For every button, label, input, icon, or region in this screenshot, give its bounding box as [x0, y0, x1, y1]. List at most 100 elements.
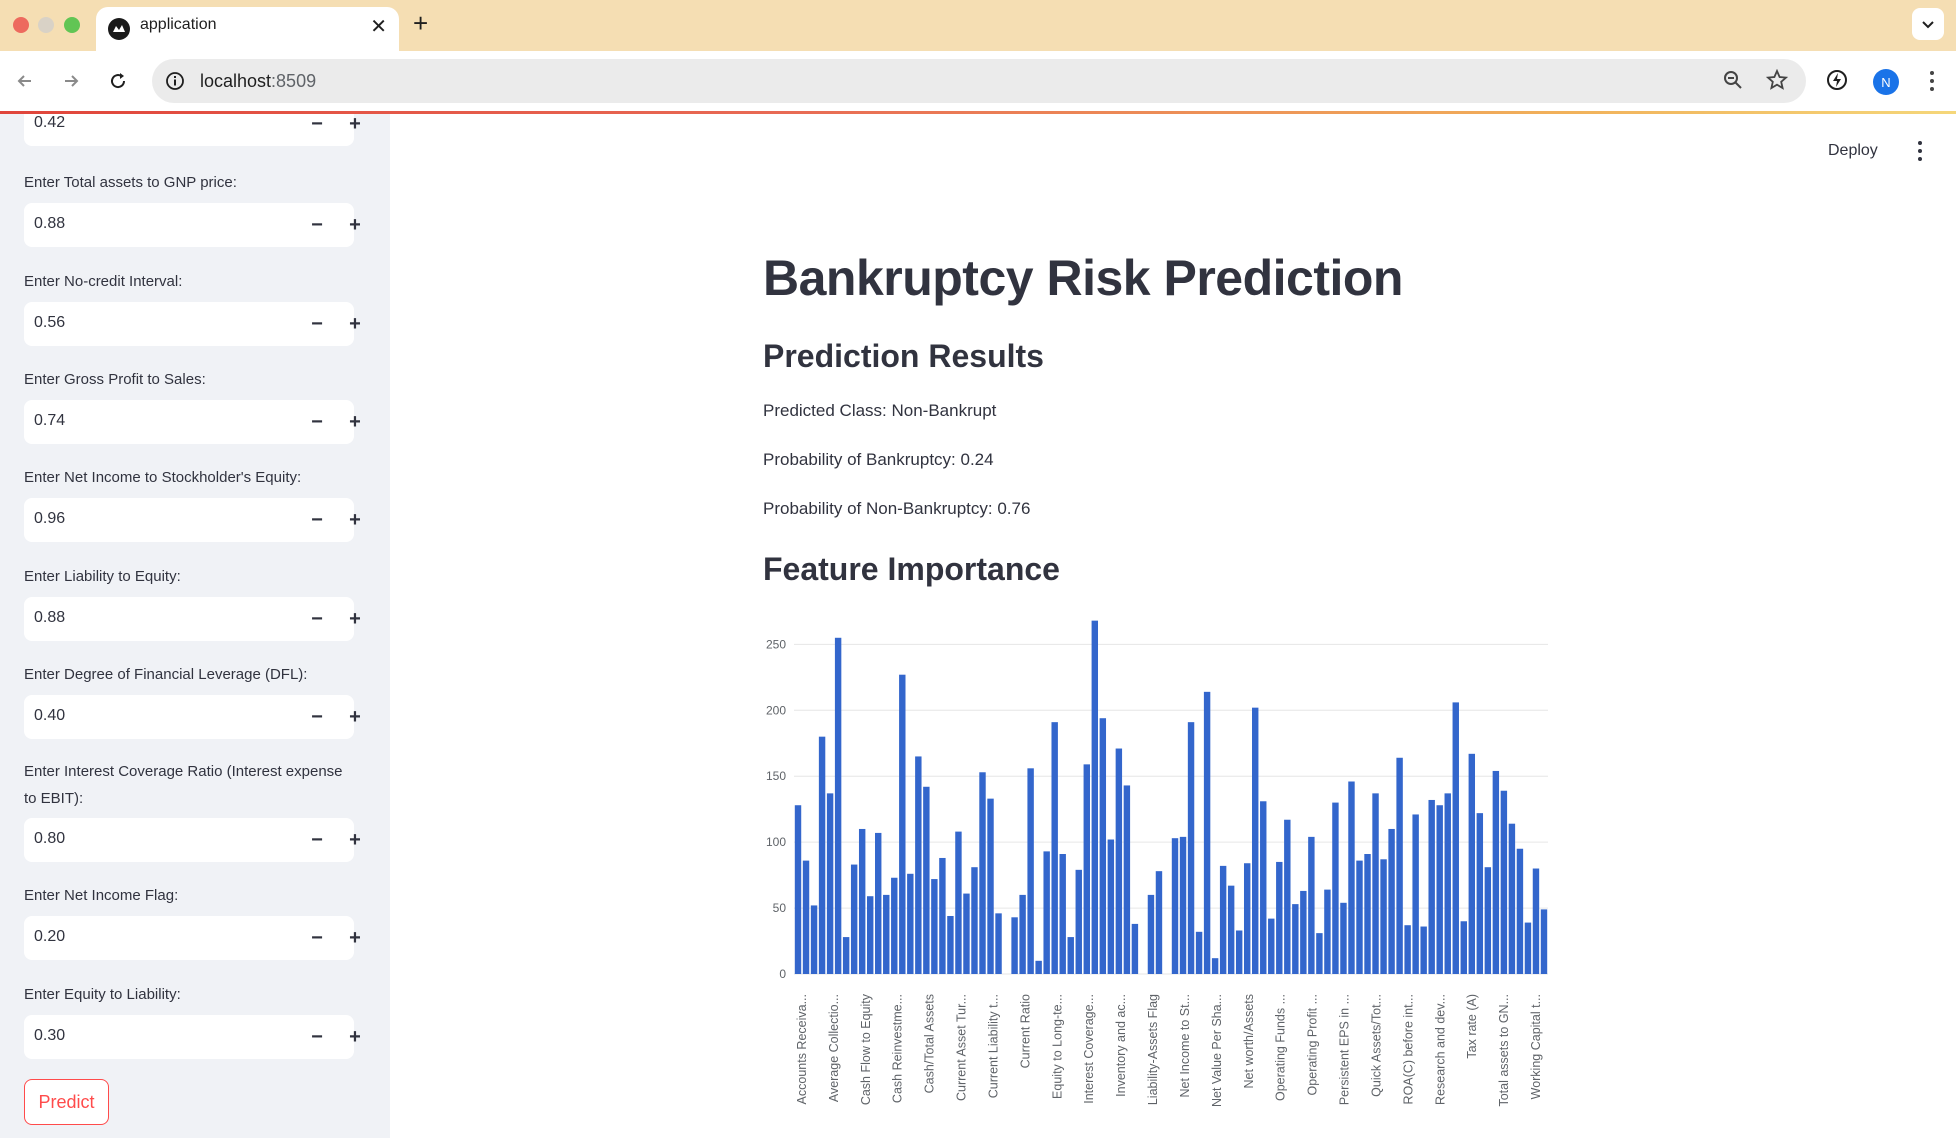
bar[interactable]	[923, 786, 930, 974]
bar[interactable]	[818, 736, 826, 974]
reload-button[interactable]	[103, 66, 133, 96]
increment-button[interactable]: +	[340, 309, 370, 339]
bar[interactable]	[858, 828, 866, 974]
bar[interactable]	[947, 915, 954, 974]
bar[interactable]	[1027, 768, 1034, 974]
bar[interactable]	[1380, 859, 1387, 974]
bar[interactable]	[875, 832, 882, 974]
decrement-button[interactable]: −	[302, 702, 332, 732]
bar[interactable]	[1284, 819, 1291, 974]
bar[interactable]	[1500, 790, 1508, 974]
bar[interactable]	[1348, 781, 1355, 975]
bar[interactable]	[1268, 918, 1275, 974]
increment-button[interactable]: +	[340, 114, 370, 139]
bar[interactable]	[850, 864, 858, 974]
increment-button[interactable]: +	[340, 825, 370, 855]
bar[interactable]	[802, 860, 810, 974]
bar[interactable]	[1035, 960, 1042, 974]
bar[interactable]	[1115, 748, 1123, 974]
new-tab-button[interactable]: +	[413, 8, 428, 38]
decrement-button[interactable]: −	[302, 407, 332, 437]
bar[interactable]	[995, 913, 1002, 974]
bar[interactable]	[1428, 799, 1435, 974]
extension-icon[interactable]	[1824, 67, 1850, 93]
predict-button[interactable]: Predict	[24, 1079, 109, 1125]
bar[interactable]	[931, 879, 938, 974]
browser-menu-icon[interactable]	[1920, 66, 1944, 96]
bar[interactable]	[963, 893, 970, 974]
bar[interactable]	[1308, 836, 1315, 974]
bar[interactable]	[1460, 921, 1467, 974]
bar[interactable]	[899, 674, 906, 974]
bar[interactable]	[1131, 923, 1139, 974]
bar[interactable]	[1260, 801, 1267, 974]
bar[interactable]	[826, 793, 834, 974]
bar[interactable]	[1219, 865, 1227, 974]
bar[interactable]	[1340, 902, 1347, 974]
number-input-partial[interactable]: 0.42 − +	[24, 114, 361, 146]
bar[interactable]	[1300, 890, 1307, 974]
bar[interactable]	[1211, 958, 1219, 974]
increment-button[interactable]: +	[340, 702, 370, 732]
bar[interactable]	[1187, 722, 1195, 974]
minimize-window-button[interactable]	[38, 17, 54, 33]
bar[interactable]	[1412, 814, 1419, 974]
increment-button[interactable]: +	[340, 923, 370, 953]
bar[interactable]	[979, 772, 986, 974]
bar[interactable]	[1524, 922, 1532, 974]
bar[interactable]	[939, 857, 946, 974]
bar[interactable]	[1019, 894, 1026, 974]
decrement-button[interactable]: −	[302, 1022, 332, 1052]
profile-avatar[interactable]: N	[1873, 69, 1899, 95]
bar[interactable]	[1516, 848, 1524, 974]
dfl-input[interactable]: 0.40 − +	[24, 695, 361, 739]
bar[interactable]	[955, 831, 962, 974]
bar[interactable]	[1227, 885, 1235, 974]
bar[interactable]	[987, 798, 994, 974]
bar[interactable]	[1195, 931, 1203, 974]
decrement-button[interactable]: −	[302, 825, 332, 855]
bar[interactable]	[1091, 620, 1099, 974]
bar[interactable]	[1011, 917, 1018, 974]
bar[interactable]	[866, 896, 874, 974]
no-credit-interval-input[interactable]: 0.56 − +	[24, 302, 361, 346]
bar[interactable]	[1372, 793, 1379, 974]
bar[interactable]	[891, 877, 898, 974]
bar[interactable]	[1155, 871, 1163, 974]
bar[interactable]	[1508, 823, 1516, 974]
bar[interactable]	[883, 894, 890, 974]
interest-coverage-input[interactable]: 0.80 − +	[24, 818, 361, 862]
bar[interactable]	[1388, 828, 1395, 974]
decrement-button[interactable]: −	[302, 604, 332, 634]
bar[interactable]	[1051, 722, 1058, 974]
decrement-button[interactable]: −	[302, 309, 332, 339]
increment-button[interactable]: +	[340, 1022, 370, 1052]
increment-button[interactable]: +	[340, 407, 370, 437]
decrement-button[interactable]: −	[302, 114, 332, 139]
deploy-button[interactable]: Deploy	[1828, 142, 1878, 160]
bar[interactable]	[1316, 933, 1323, 974]
bar[interactable]	[1107, 839, 1115, 974]
net-income-equity-input[interactable]: 0.96 − +	[24, 498, 361, 542]
bar[interactable]	[1436, 805, 1443, 974]
bar[interactable]	[1075, 869, 1082, 974]
forward-button[interactable]	[56, 66, 86, 96]
tab-close-icon[interactable]: ✕	[370, 14, 387, 39]
net-income-flag-input[interactable]: 0.20 − +	[24, 916, 361, 960]
gross-profit-sales-input[interactable]: 0.74 − +	[24, 400, 361, 444]
bar[interactable]	[1203, 691, 1211, 974]
bar[interactable]	[1099, 718, 1107, 974]
bar[interactable]	[1444, 793, 1451, 974]
bar[interactable]	[1123, 785, 1131, 974]
bar[interactable]	[1484, 867, 1492, 974]
bar[interactable]	[915, 756, 922, 974]
bar[interactable]	[1235, 930, 1243, 974]
close-window-button[interactable]	[13, 17, 29, 33]
bar[interactable]	[1332, 802, 1339, 974]
zoom-icon[interactable]	[1722, 69, 1744, 91]
bar[interactable]	[1252, 707, 1259, 974]
bar[interactable]	[1067, 937, 1074, 974]
bar[interactable]	[1356, 860, 1363, 974]
increment-button[interactable]: +	[340, 505, 370, 535]
bar[interactable]	[1083, 764, 1090, 974]
